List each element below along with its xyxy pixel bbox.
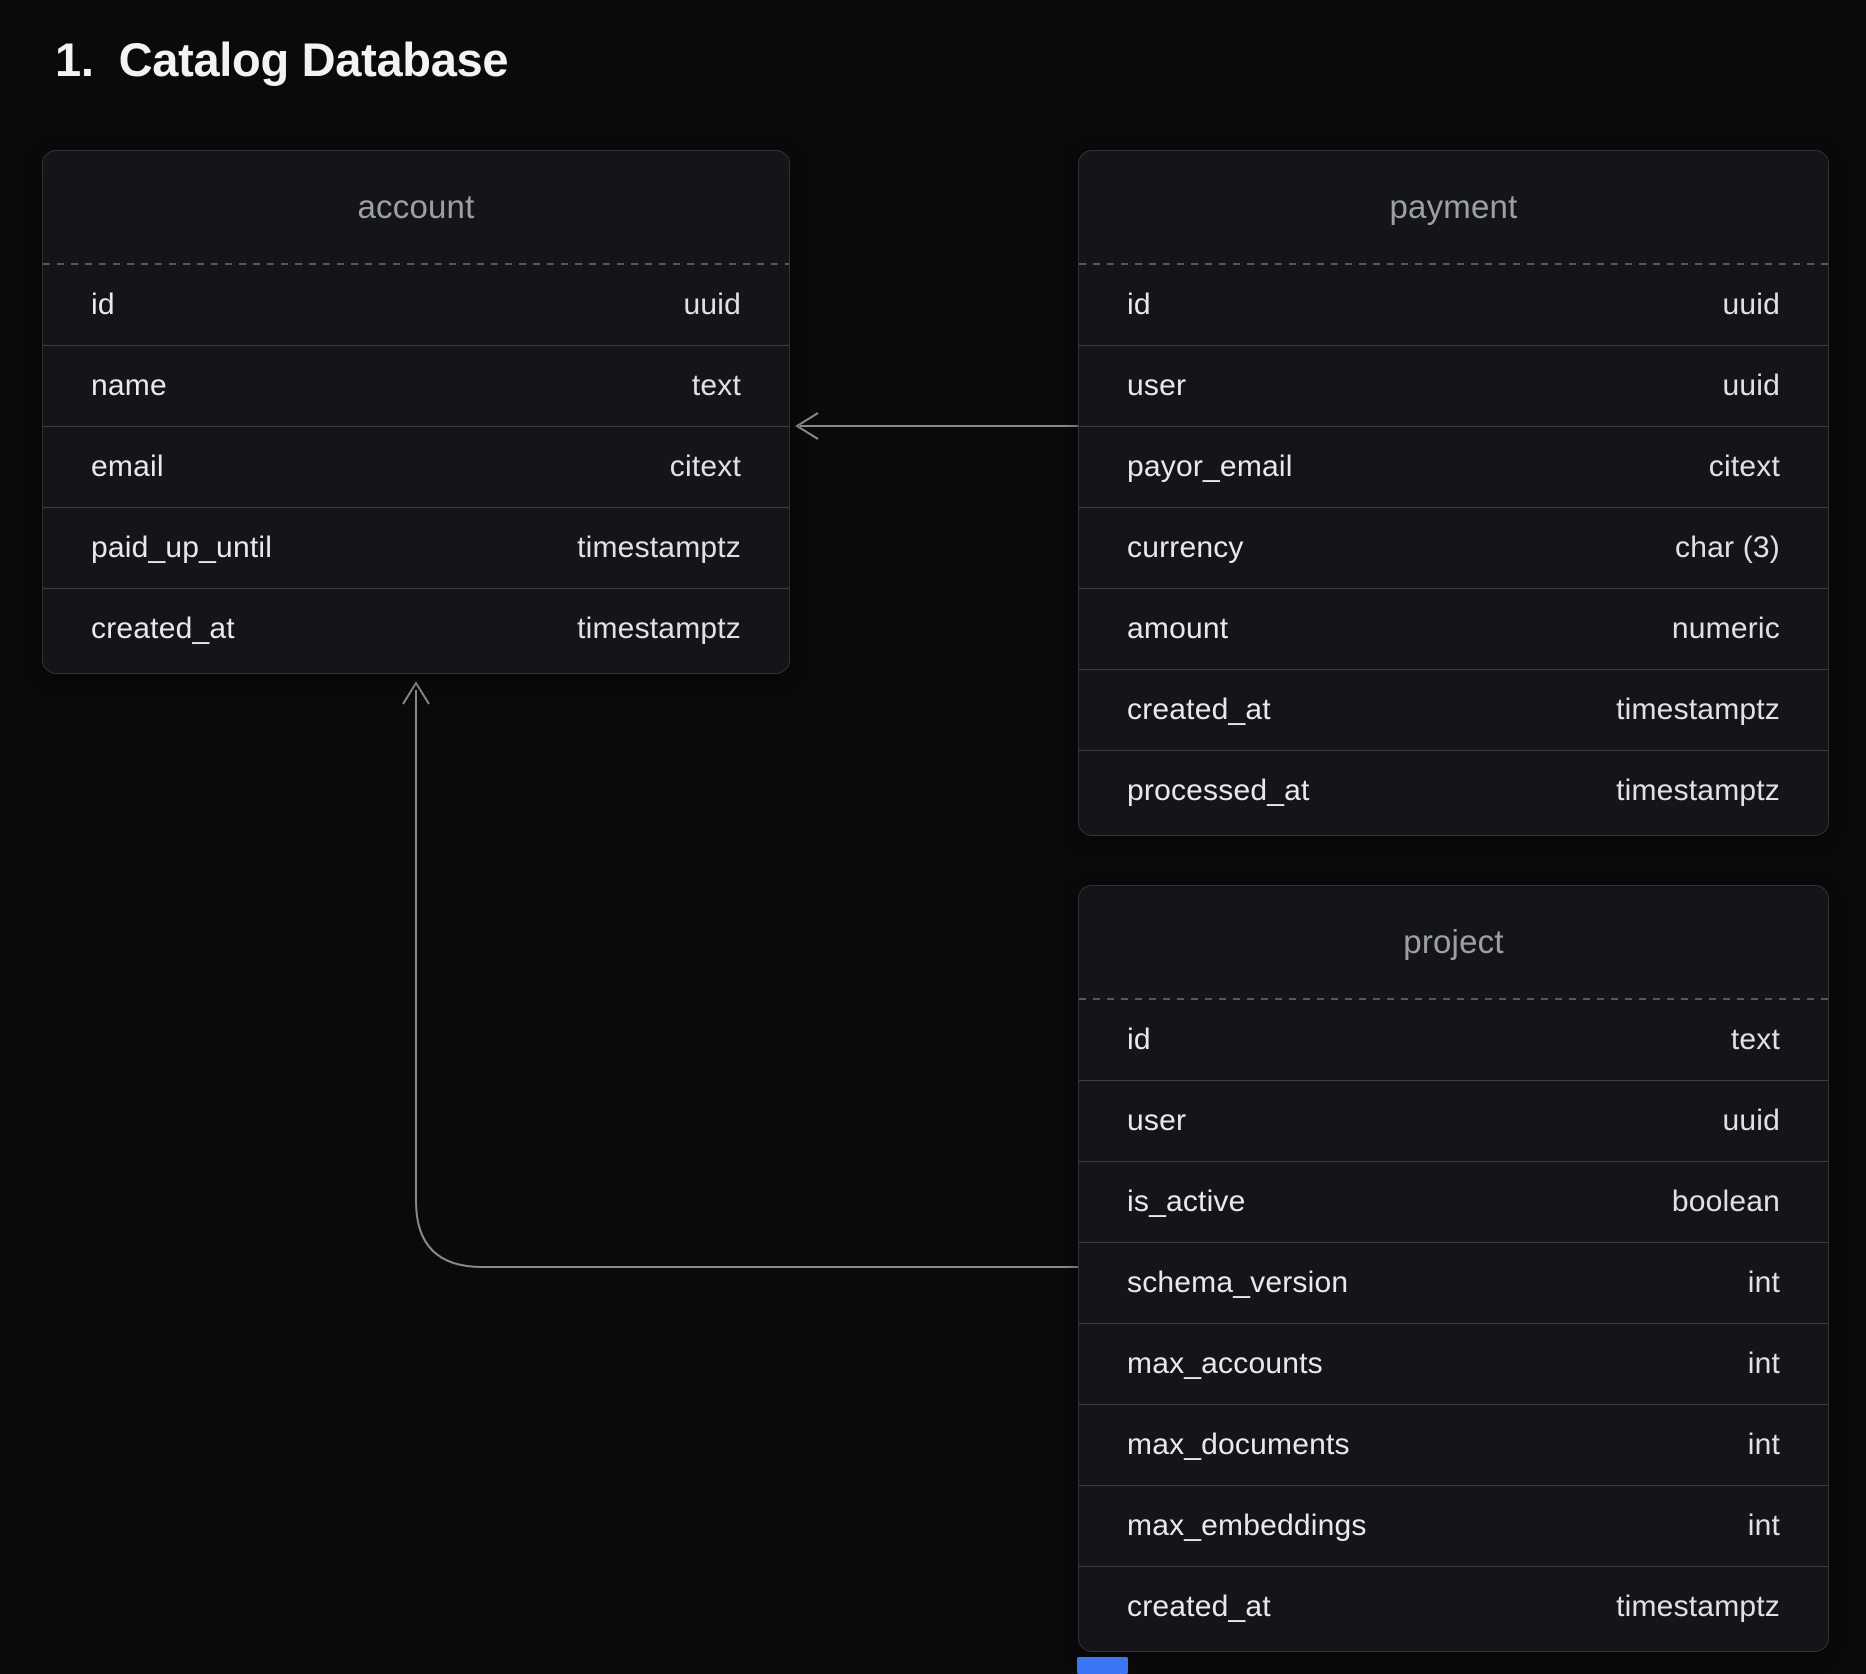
field-name: id <box>1127 1023 1151 1057</box>
field-type: citext <box>1709 450 1780 484</box>
row-payment-payor-email: payor_email citext <box>1079 426 1828 507</box>
field-type: int <box>1748 1266 1780 1300</box>
table-project-body: id text user uuid is_active boolean sche… <box>1079 1000 1828 1651</box>
field-name: amount <box>1127 612 1228 646</box>
field-name: id <box>91 288 115 322</box>
table-project-header: project <box>1079 886 1828 998</box>
page-title-text: Catalog Database <box>119 33 509 86</box>
field-name: max_documents <box>1127 1428 1350 1462</box>
field-name: id <box>1127 288 1151 322</box>
blue-cursor-marker <box>1077 1657 1128 1674</box>
field-name: max_embeddings <box>1127 1509 1367 1543</box>
row-account-created-at: created_at timestamptz <box>43 588 789 669</box>
field-type: char (3) <box>1675 531 1780 565</box>
field-type: int <box>1748 1347 1780 1381</box>
table-account[interactable]: account id uuid name text email citext p… <box>42 150 790 674</box>
field-name: is_active <box>1127 1185 1246 1219</box>
arrowhead-payment-account <box>797 413 818 439</box>
row-account-email: email citext <box>43 426 789 507</box>
field-type: uuid <box>1722 288 1780 322</box>
field-name: created_at <box>1127 1590 1271 1624</box>
row-payment-processed-at: processed_at timestamptz <box>1079 750 1828 831</box>
field-name: user <box>1127 1104 1186 1138</box>
page-title: 1. Catalog Database <box>55 32 508 87</box>
field-type: citext <box>670 450 741 484</box>
row-payment-user: user uuid <box>1079 345 1828 426</box>
field-name: schema_version <box>1127 1266 1348 1300</box>
field-name: max_accounts <box>1127 1347 1323 1381</box>
field-name: name <box>91 369 167 403</box>
field-name: payor_email <box>1127 450 1293 484</box>
field-name: processed_at <box>1127 774 1310 808</box>
arrowhead-project-account <box>403 683 429 704</box>
field-type: boolean <box>1672 1185 1780 1219</box>
field-name: created_at <box>1127 693 1271 727</box>
field-type: uuid <box>1722 369 1780 403</box>
field-name: created_at <box>91 612 235 646</box>
row-project-is-active: is_active boolean <box>1079 1161 1828 1242</box>
row-payment-amount: amount numeric <box>1079 588 1828 669</box>
table-project[interactable]: project id text user uuid is_active bool… <box>1078 885 1829 1652</box>
field-type: int <box>1748 1509 1780 1543</box>
table-payment-header: payment <box>1079 151 1828 263</box>
table-payment-title: payment <box>1390 188 1518 226</box>
table-account-title: account <box>358 188 475 226</box>
page-title-number: 1. <box>55 32 94 87</box>
field-name: paid_up_until <box>91 531 272 565</box>
field-type: timestamptz <box>1616 1590 1780 1624</box>
row-project-max-embeddings: max_embeddings int <box>1079 1485 1828 1566</box>
row-account-paid-up-until: paid_up_until timestamptz <box>43 507 789 588</box>
row-account-id: id uuid <box>43 265 789 345</box>
row-project-user: user uuid <box>1079 1080 1828 1161</box>
field-type: text <box>692 369 741 403</box>
table-payment-body: id uuid user uuid payor_email citext cur… <box>1079 265 1828 835</box>
field-name: currency <box>1127 531 1244 565</box>
row-project-schema-version: schema_version int <box>1079 1242 1828 1323</box>
field-type: uuid <box>683 288 741 322</box>
table-account-header: account <box>43 151 789 263</box>
row-project-id: id text <box>1079 1000 1828 1080</box>
row-project-max-accounts: max_accounts int <box>1079 1323 1828 1404</box>
field-type: uuid <box>1722 1104 1780 1138</box>
field-type: numeric <box>1672 612 1780 646</box>
field-type: timestamptz <box>1616 693 1780 727</box>
field-name: email <box>91 450 164 484</box>
field-type: timestamptz <box>577 531 741 565</box>
table-project-title: project <box>1403 923 1503 961</box>
field-type: timestamptz <box>577 612 741 646</box>
row-account-name: name text <box>43 345 789 426</box>
row-payment-created-at: created_at timestamptz <box>1079 669 1828 750</box>
relationship-line-project-account <box>416 690 1078 1267</box>
row-project-max-documents: max_documents int <box>1079 1404 1828 1485</box>
table-account-body: id uuid name text email citext paid_up_u… <box>43 265 789 673</box>
field-name: user <box>1127 369 1186 403</box>
table-payment[interactable]: payment id uuid user uuid payor_email ci… <box>1078 150 1829 836</box>
row-payment-id: id uuid <box>1079 265 1828 345</box>
field-type: timestamptz <box>1616 774 1780 808</box>
row-payment-currency: currency char (3) <box>1079 507 1828 588</box>
field-type: int <box>1748 1428 1780 1462</box>
field-type: text <box>1731 1023 1780 1057</box>
row-project-created-at: created_at timestamptz <box>1079 1566 1828 1647</box>
